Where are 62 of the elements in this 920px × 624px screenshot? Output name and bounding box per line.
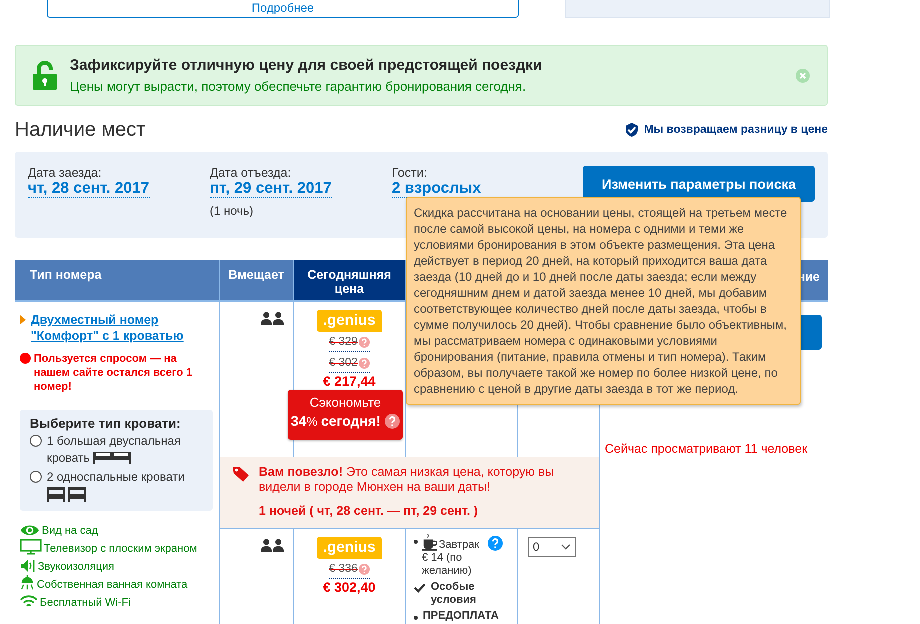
- genius-badge: .genius: [317, 310, 382, 332]
- savings-amount: 34% сегодня!: [291, 413, 381, 429]
- chevron-down-icon: [561, 544, 571, 550]
- facility-label: Телевизор с плоским экраном: [44, 543, 198, 555]
- unlocked-padlock-icon: [32, 60, 58, 90]
- field-label: Дата заезда:: [28, 166, 103, 180]
- current-price: € 302,40: [323, 580, 376, 595]
- discount-tooltip: Скидка рассчитана на основании цены, стоящей на третьем месте после самой высокой цены, на номера с одними и теми же условиями бронирования в этом объекте размещения. Эта цена действует в период 20 дней, на который приходится ваша дата заезда (10 дней до и 10 дней после даты заезда; если между сегодняшним днем и датой заезда менее 10 дней, мы добавим соответствующее количество дней после даты заезда, чтобы в сумме получилось 20 дней). Чтобы сравнение было объективным, мы рассматриваем номера с одинаковыми условиями бронирования (питание, правила отмены и тип номера). Таким образом, вы получаете такой же номер по более низкой цене, по сравнению с ценой в другие даты заезда в тот же период.: [406, 197, 801, 405]
- room-name-link[interactable]: Двухместный номер "Комфорт" с 1 кроватью: [31, 312, 213, 344]
- facility-label: Вид на сад: [42, 525, 98, 537]
- condition-label: Особые условия: [431, 581, 478, 607]
- caret-icon: [20, 315, 26, 325]
- deal-message: Вам повезло! Это самая низкая цена, которую вы видели в городе Мюнхен на ваши даты!: [259, 465, 556, 495]
- wifi-icon: [20, 595, 38, 609]
- coffee-cup-icon: [422, 534, 437, 551]
- shower-icon: [20, 575, 35, 591]
- check-shield-icon: [624, 122, 640, 138]
- column-header: Вмещает: [220, 260, 294, 302]
- bed-option-label: 2 односпальные кровати: [47, 469, 207, 505]
- current-price: € 217,44: [323, 374, 376, 389]
- two-persons-icon: [261, 312, 285, 325]
- help-icon[interactable]: [358, 336, 370, 348]
- condition-label: ПРЕДОПЛАТА: [423, 610, 499, 623]
- column-header: Тип номера: [15, 260, 220, 302]
- help-icon[interactable]: [358, 358, 370, 368]
- field-value[interactable]: чт, 28 сент. 2017: [28, 180, 150, 198]
- twin-beds-icon: [47, 486, 87, 502]
- two-persons-icon: [261, 539, 285, 552]
- double-bed-icon: [93, 450, 132, 464]
- viewers-notice: Сейчас просматривают 11 человек: [605, 442, 808, 456]
- meal-option: Завтрак € 14 (по желанию): [422, 534, 484, 578]
- field-label: Дата отъезда:: [210, 166, 292, 180]
- speaker-icon: [20, 559, 36, 573]
- section-heading: Наличие мест: [15, 118, 147, 142]
- alert-dot-icon: [20, 353, 31, 364]
- bed-option-label: 1 большая двуспальная кровать: [47, 433, 182, 467]
- savings-label: Сэкономьте: [308, 395, 382, 410]
- facility-label: Бесплатный Wi-Fi: [40, 597, 131, 609]
- monitor-icon: [20, 539, 42, 555]
- eye-icon: [20, 524, 40, 537]
- radio-button[interactable]: [30, 471, 42, 483]
- genius-badge: .genius: [317, 537, 382, 559]
- room-quantity-select[interactable]: 0: [528, 537, 576, 557]
- bed-choice-title: Выберите тип кровати:: [30, 416, 182, 431]
- facility-label: Собственная ванная комната: [37, 579, 188, 591]
- field-value[interactable]: пт, 29 сент. 2017: [210, 180, 332, 198]
- stay-dates: 1 ночей ( чт, 28 сент. — пт, 29 сент. ): [259, 504, 480, 518]
- price-tag-icon: [233, 467, 250, 482]
- help-icon[interactable]: [488, 536, 503, 551]
- demand-message: Пользуется спросом — на нашем сайте остался всего 1 номер!: [34, 352, 194, 394]
- banner-title: Зафиксируйте отличную цену для своей предстоящей поездки: [70, 57, 544, 74]
- facility-label: Звукоизоляция: [38, 561, 115, 573]
- more-button[interactable]: Подробнее: [47, 0, 519, 18]
- column-header: Сегодняшняя цена: [294, 260, 406, 302]
- field-label: Гости:: [392, 166, 428, 180]
- radio-button[interactable]: [30, 435, 42, 447]
- nights-note: (1 ночь): [210, 204, 255, 218]
- price-match-text: Мы возвращаем разницу в цене: [644, 124, 828, 136]
- help-icon[interactable]: [358, 564, 370, 574]
- checkmark-icon: [414, 583, 426, 593]
- help-icon[interactable]: [384, 414, 400, 428]
- banner-text: Цены могут вырасти, поэтому обеспечьте гарантию бронирования сегодня.: [70, 79, 528, 94]
